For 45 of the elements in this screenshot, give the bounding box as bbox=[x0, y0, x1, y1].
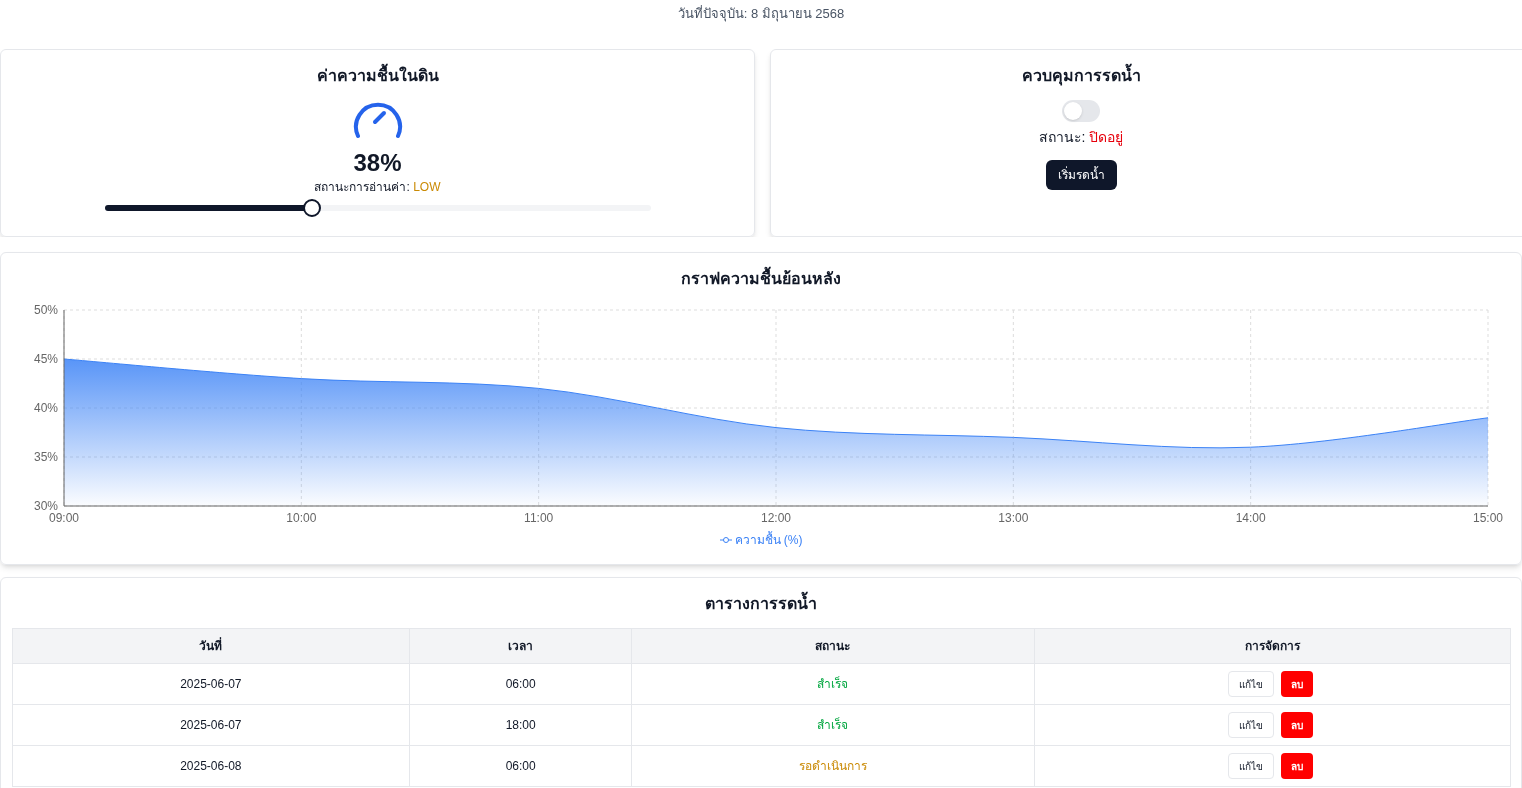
y-axis-label: 30% bbox=[33, 499, 58, 513]
table-cell: 06:00 bbox=[409, 663, 632, 705]
delete-button[interactable]: ลบ bbox=[1280, 753, 1313, 779]
x-axis-label: 12:00 bbox=[761, 511, 791, 525]
x-axis-label: 09:00 bbox=[49, 511, 79, 525]
edit-button[interactable]: แก้ไข bbox=[1227, 671, 1274, 697]
chart-legend: ความชื้น (%) bbox=[719, 531, 803, 549]
column-header: วันที่ bbox=[12, 628, 410, 664]
column-header: สถานะ bbox=[631, 628, 1035, 664]
table-cell: 06:00 bbox=[409, 745, 632, 787]
y-axis-label: 50% bbox=[33, 303, 58, 317]
table-cell: 18:00 bbox=[409, 704, 632, 746]
pump-status: สถานะ: ปิดอยู่ bbox=[1038, 128, 1124, 148]
edit-button[interactable]: แก้ไข bbox=[1227, 712, 1274, 738]
y-axis-label: 45% bbox=[33, 352, 58, 366]
x-axis-label: 13:00 bbox=[998, 511, 1029, 525]
legend-line-icon bbox=[719, 536, 732, 544]
moisture-slider[interactable] bbox=[104, 200, 651, 216]
x-axis-label: 14:00 bbox=[1235, 511, 1266, 525]
watering-toggle[interactable] bbox=[1062, 100, 1100, 122]
reading-status: สถานะการอ่านค่า: LOW bbox=[314, 179, 441, 196]
table-title: ตารางการรดน้ำ bbox=[705, 592, 817, 616]
moisture-value: 38% bbox=[353, 148, 402, 178]
table-cell: 2025-06-08 bbox=[12, 745, 410, 787]
x-axis-label: 11:00 bbox=[524, 511, 554, 525]
y-axis-label: 40% bbox=[33, 401, 58, 415]
delete-button[interactable]: ลบ bbox=[1280, 671, 1313, 697]
table-cell: สำเร็จ bbox=[631, 704, 1035, 746]
card-title: ค่าความชื้นในดิน bbox=[316, 64, 439, 88]
column-header: การจัดการ bbox=[1034, 628, 1510, 664]
y-axis-label: 35% bbox=[33, 450, 58, 464]
table-cell: รอดำเนินการ bbox=[631, 745, 1035, 787]
column-header: เวลา bbox=[409, 628, 632, 664]
x-axis-label: 10:00 bbox=[286, 511, 317, 525]
x-axis-label: 15:00 bbox=[1473, 511, 1503, 525]
slider-thumb[interactable] bbox=[302, 199, 321, 217]
table-cell: 2025-06-07 bbox=[12, 663, 410, 705]
start-watering-button[interactable]: เริ่มรดน้ำ bbox=[1045, 160, 1117, 190]
table-cell: 2025-06-07 bbox=[12, 704, 410, 746]
edit-button[interactable]: แก้ไข bbox=[1227, 753, 1274, 779]
card-title: ควบคุมการรดน้ำ bbox=[1021, 64, 1141, 88]
delete-button[interactable]: ลบ bbox=[1280, 712, 1313, 738]
chart-title: กราฟความชื้นย้อนหลัง bbox=[681, 267, 841, 291]
table-cell: สำเร็จ bbox=[631, 663, 1035, 705]
current-date: วันที่ปัจจุบัน: 8 มิถุนายน 2568 bbox=[677, 4, 845, 22]
